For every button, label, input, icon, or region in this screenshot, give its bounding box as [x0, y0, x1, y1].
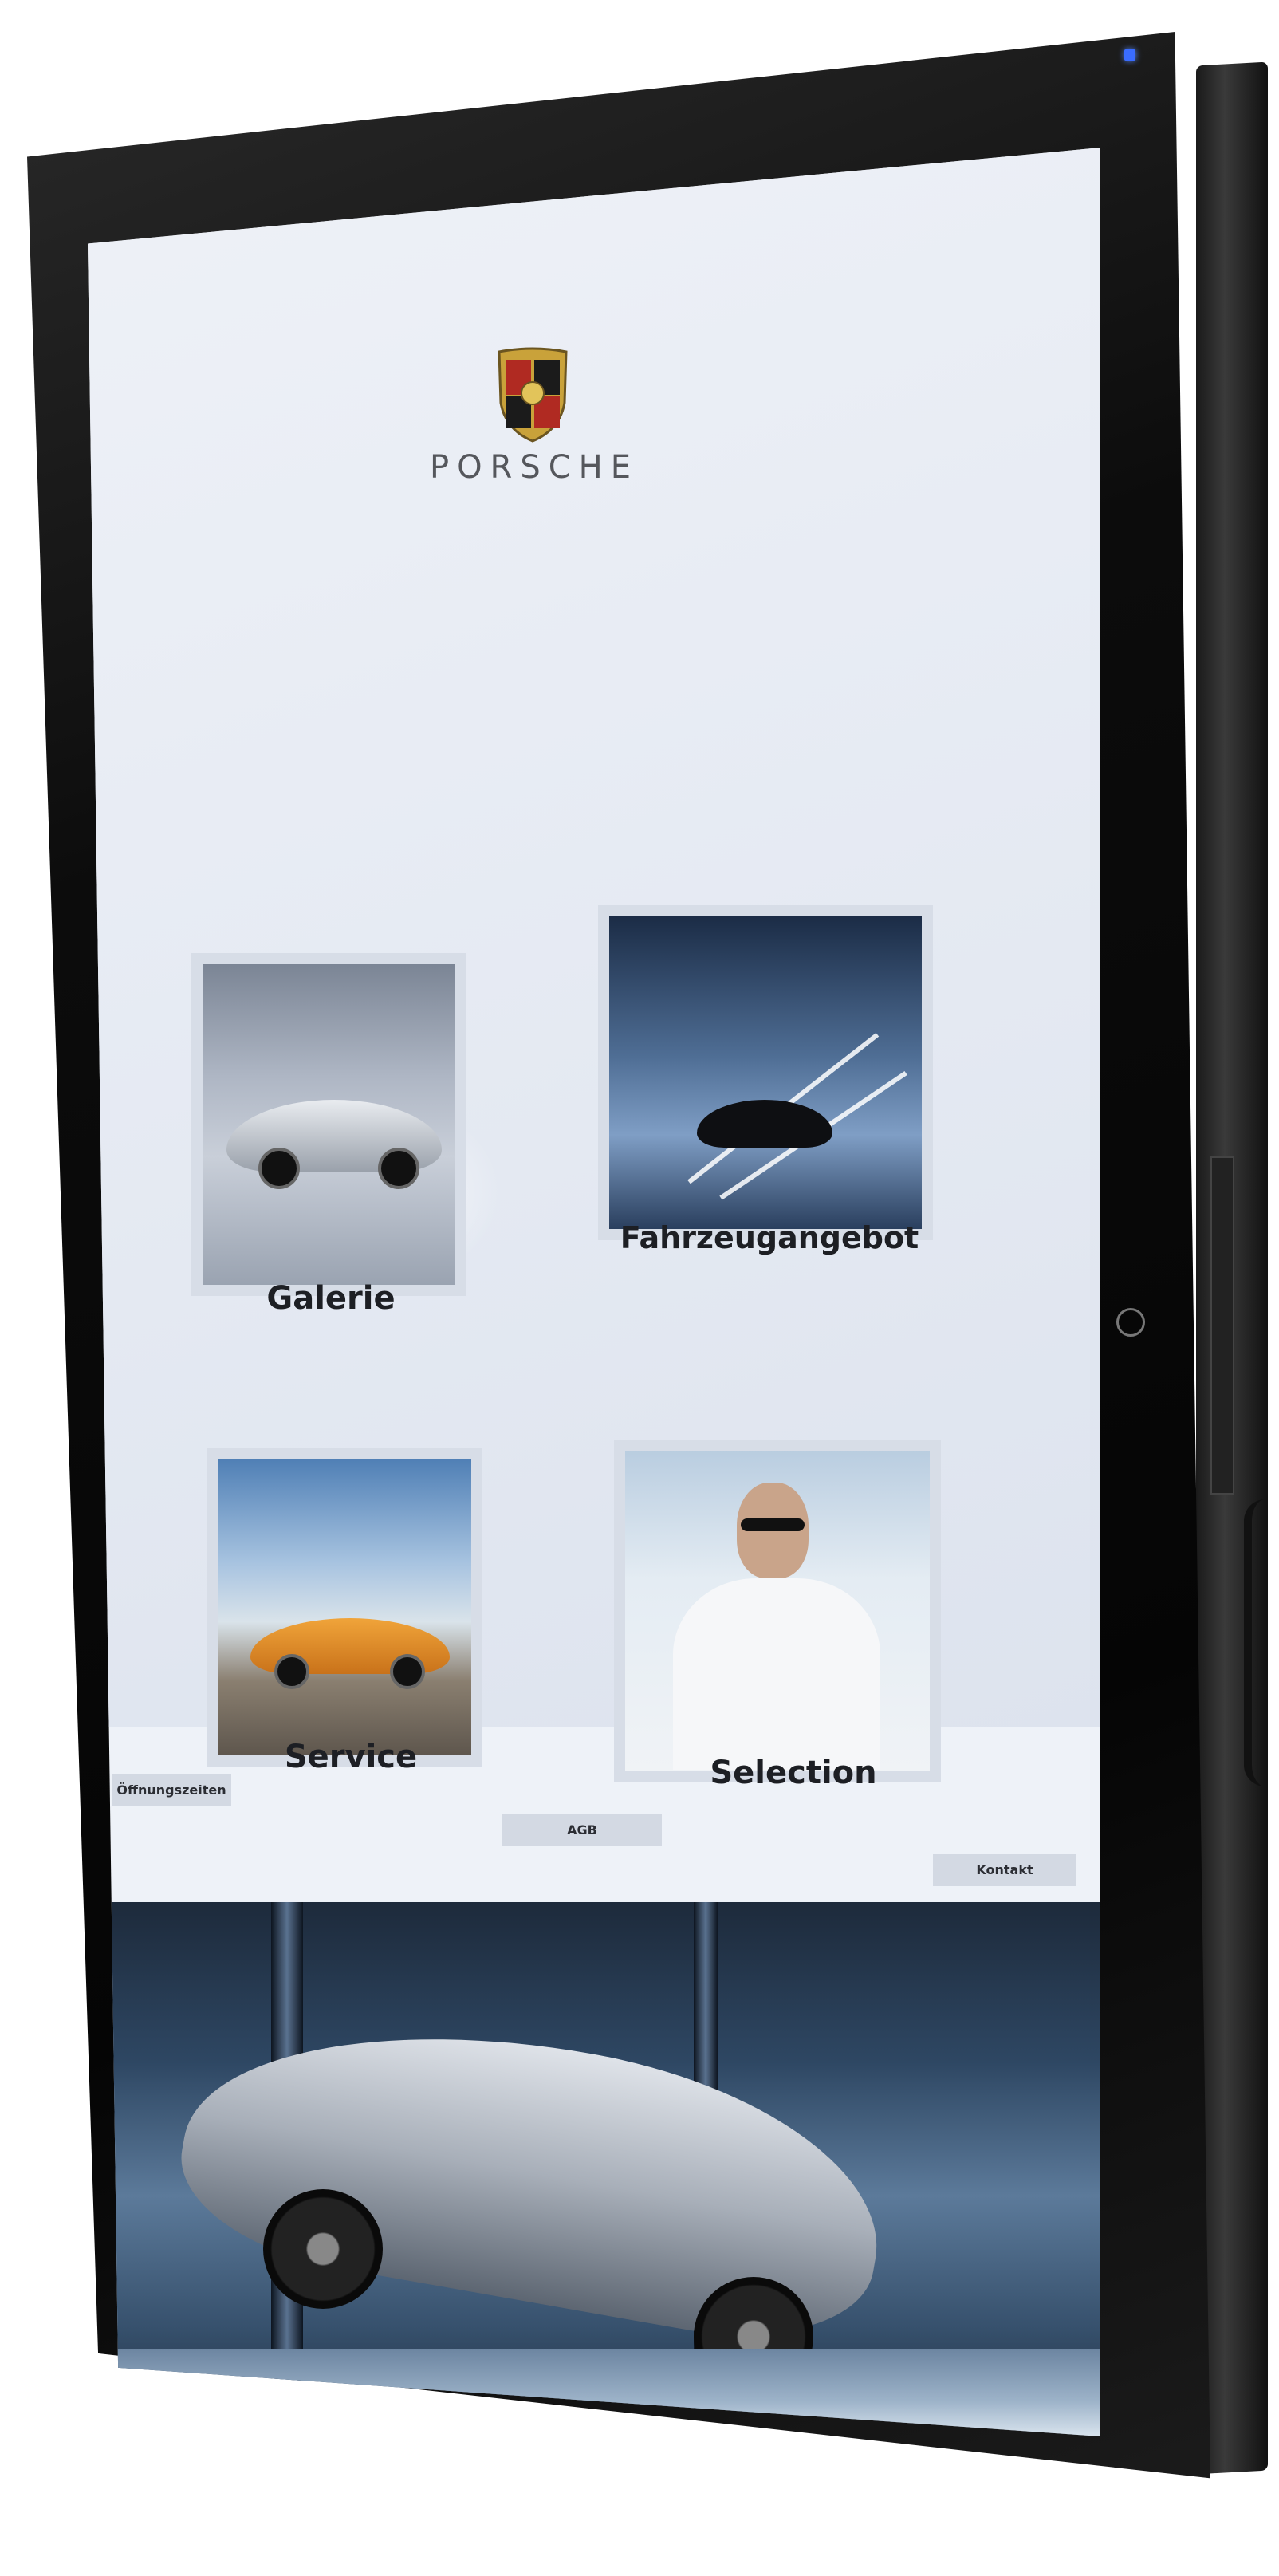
tile-gallery[interactable] [191, 953, 466, 1296]
opening-hours-button[interactable]: Öffnungszeiten [112, 1774, 231, 1806]
tile-label-selection[interactable]: Selection [630, 1755, 957, 1791]
wheel [274, 1654, 309, 1689]
gallery-image [203, 964, 455, 1285]
porsche-crest-icon [498, 347, 568, 443]
kiosk-photo: PORSCHE Galerie Fahrzeugangebot Service … [0, 0, 1279, 2576]
tile-label-gallery[interactable]: Galerie [199, 1280, 462, 1317]
wheel [378, 1148, 419, 1189]
menu-panel: PORSCHE Galerie Fahrzeugangebot Service [88, 148, 1100, 1782]
contact-button[interactable]: Kontakt [933, 1854, 1076, 1886]
wheel [263, 2189, 383, 2309]
service-image [218, 1459, 471, 1755]
tile-label-service[interactable]: Service [223, 1739, 478, 1775]
tile-vehicle-offer[interactable] [598, 905, 933, 1240]
floor [88, 2349, 1100, 2436]
power-led-icon [1124, 49, 1135, 61]
agb-button[interactable]: AGB [502, 1814, 662, 1846]
person-body [673, 1578, 880, 1770]
selection-image [625, 1451, 930, 1771]
hero-banner [88, 1902, 1100, 2436]
wheel [390, 1654, 425, 1689]
vehicle-offer-image [609, 916, 922, 1229]
kiosk-screen: PORSCHE Galerie Fahrzeugangebot Service … [88, 148, 1100, 2436]
car-shape [697, 1100, 832, 1148]
manufacturer-logo-icon [1116, 1308, 1145, 1337]
tile-selection[interactable] [614, 1440, 941, 1782]
side-port [1210, 1156, 1234, 1495]
cable [1244, 1499, 1279, 1786]
wheel [258, 1148, 300, 1189]
brand-wordmark: PORSCHE [429, 449, 640, 486]
tile-label-vehicle-offer[interactable]: Fahrzeugangebot [590, 1220, 949, 1255]
sunglasses [741, 1518, 805, 1531]
tile-service[interactable] [207, 1448, 482, 1767]
